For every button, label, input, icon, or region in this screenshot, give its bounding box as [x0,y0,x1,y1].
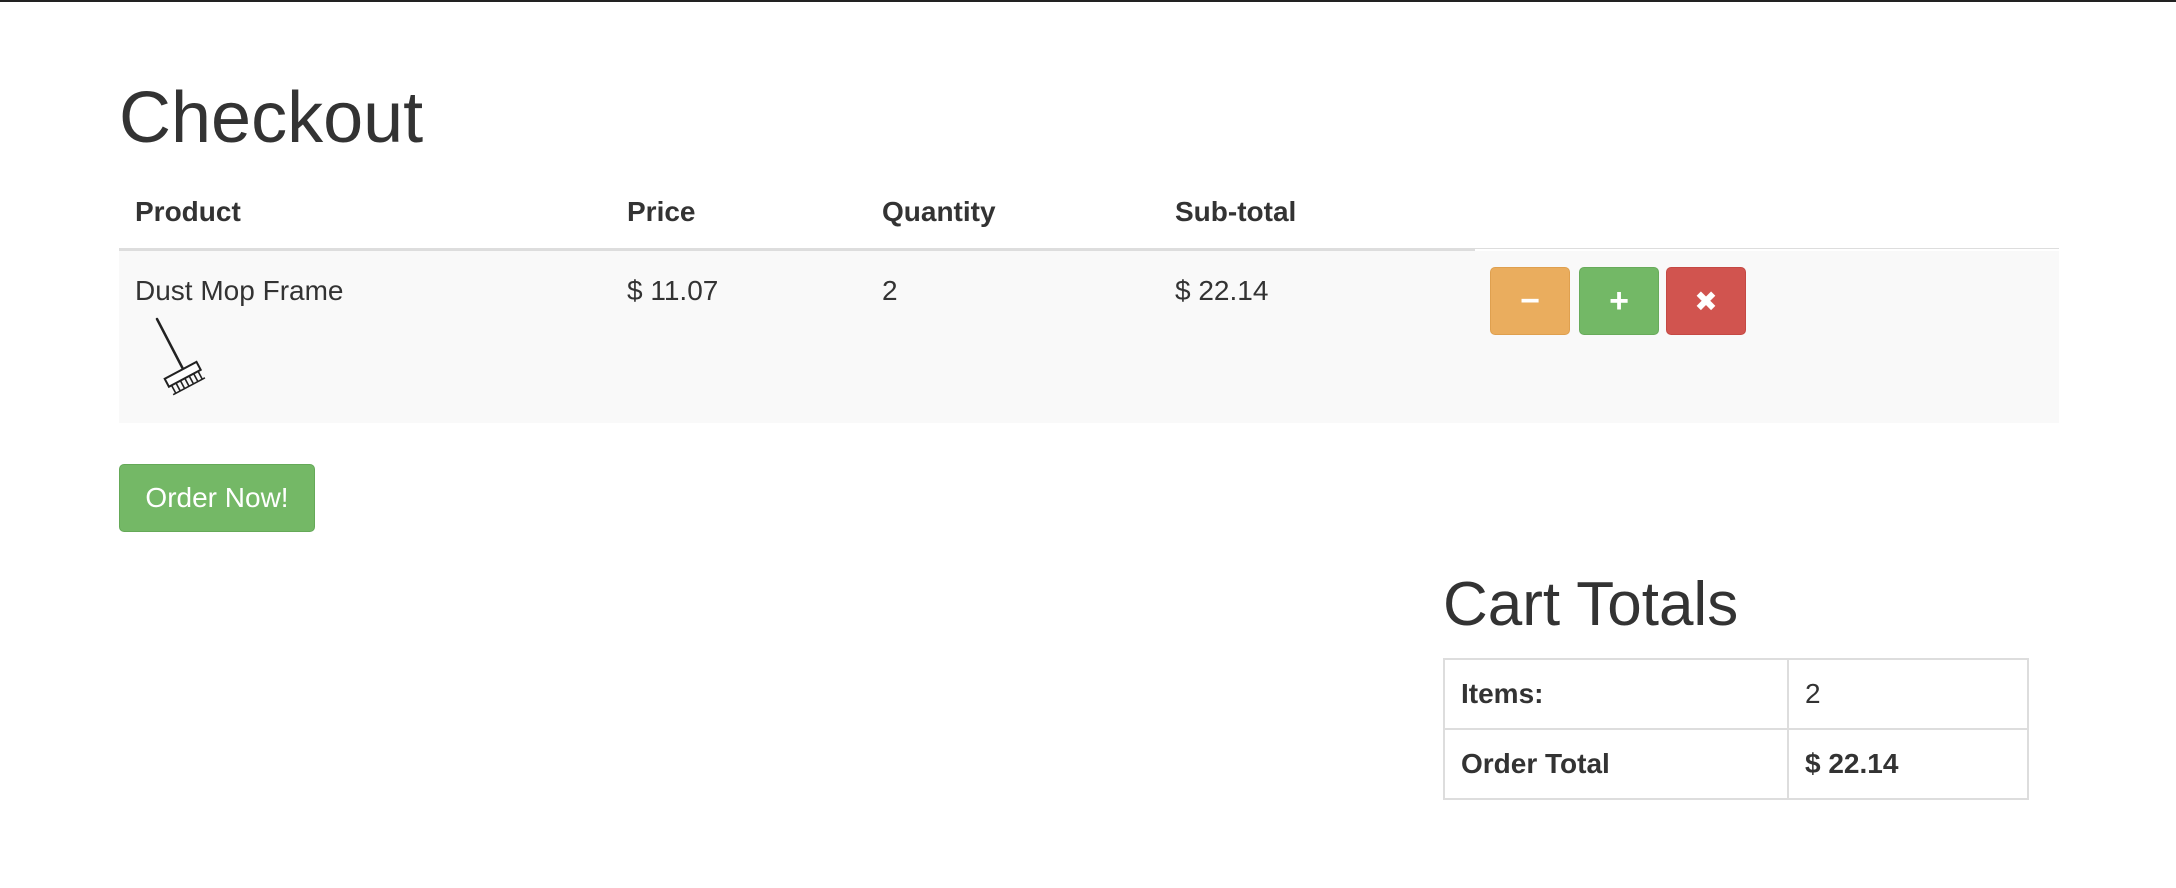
column-header-product: Product [135,196,241,227]
product-subtotal: $ 22.14 [1175,275,1269,306]
column-header-subtotal: Sub-total [1175,196,1297,227]
cart-totals-title: Cart Totals [1443,570,1739,639]
cart-totals-table: Items: 2 Order Total $ 22.14 [1443,658,2029,800]
items-value: 2 [1787,658,2029,730]
cart-table-header: Product Price Quantity Sub-total [119,190,2059,251]
product-quantity: 2 [882,275,898,306]
table-row: Dust Mop Frame $ 11.07 2 $ 22.14 − + ✖ [119,251,2059,423]
plus-icon: + [1609,281,1629,320]
column-header-price: Price [627,196,696,227]
order-total-value: $ 22.14 [1787,728,2029,800]
increase-quantity-button[interactable]: + [1579,267,1659,335]
dust-mop-icon [153,317,213,397]
order-total-label: Order Total [1443,728,1789,800]
cart-table: Product Price Quantity Sub-total Dust Mo… [119,190,2059,423]
minus-icon: − [1520,281,1540,320]
product-price: $ 11.07 [627,275,719,306]
product-name: Dust Mop Frame [135,275,344,306]
page-title: Checkout [119,78,424,158]
close-icon: ✖ [1694,285,1718,317]
top-border [0,0,2176,2]
decrease-quantity-button[interactable]: − [1490,267,1570,335]
order-now-button[interactable]: Order Now! [119,464,315,532]
totals-row-items: Items: 2 [1443,658,2029,730]
column-header-quantity: Quantity [882,196,996,227]
header-divider-right [1475,248,2059,249]
totals-row-order-total: Order Total $ 22.14 [1443,728,2029,800]
remove-item-button[interactable]: ✖ [1666,267,1746,335]
items-label: Items: [1443,658,1789,730]
